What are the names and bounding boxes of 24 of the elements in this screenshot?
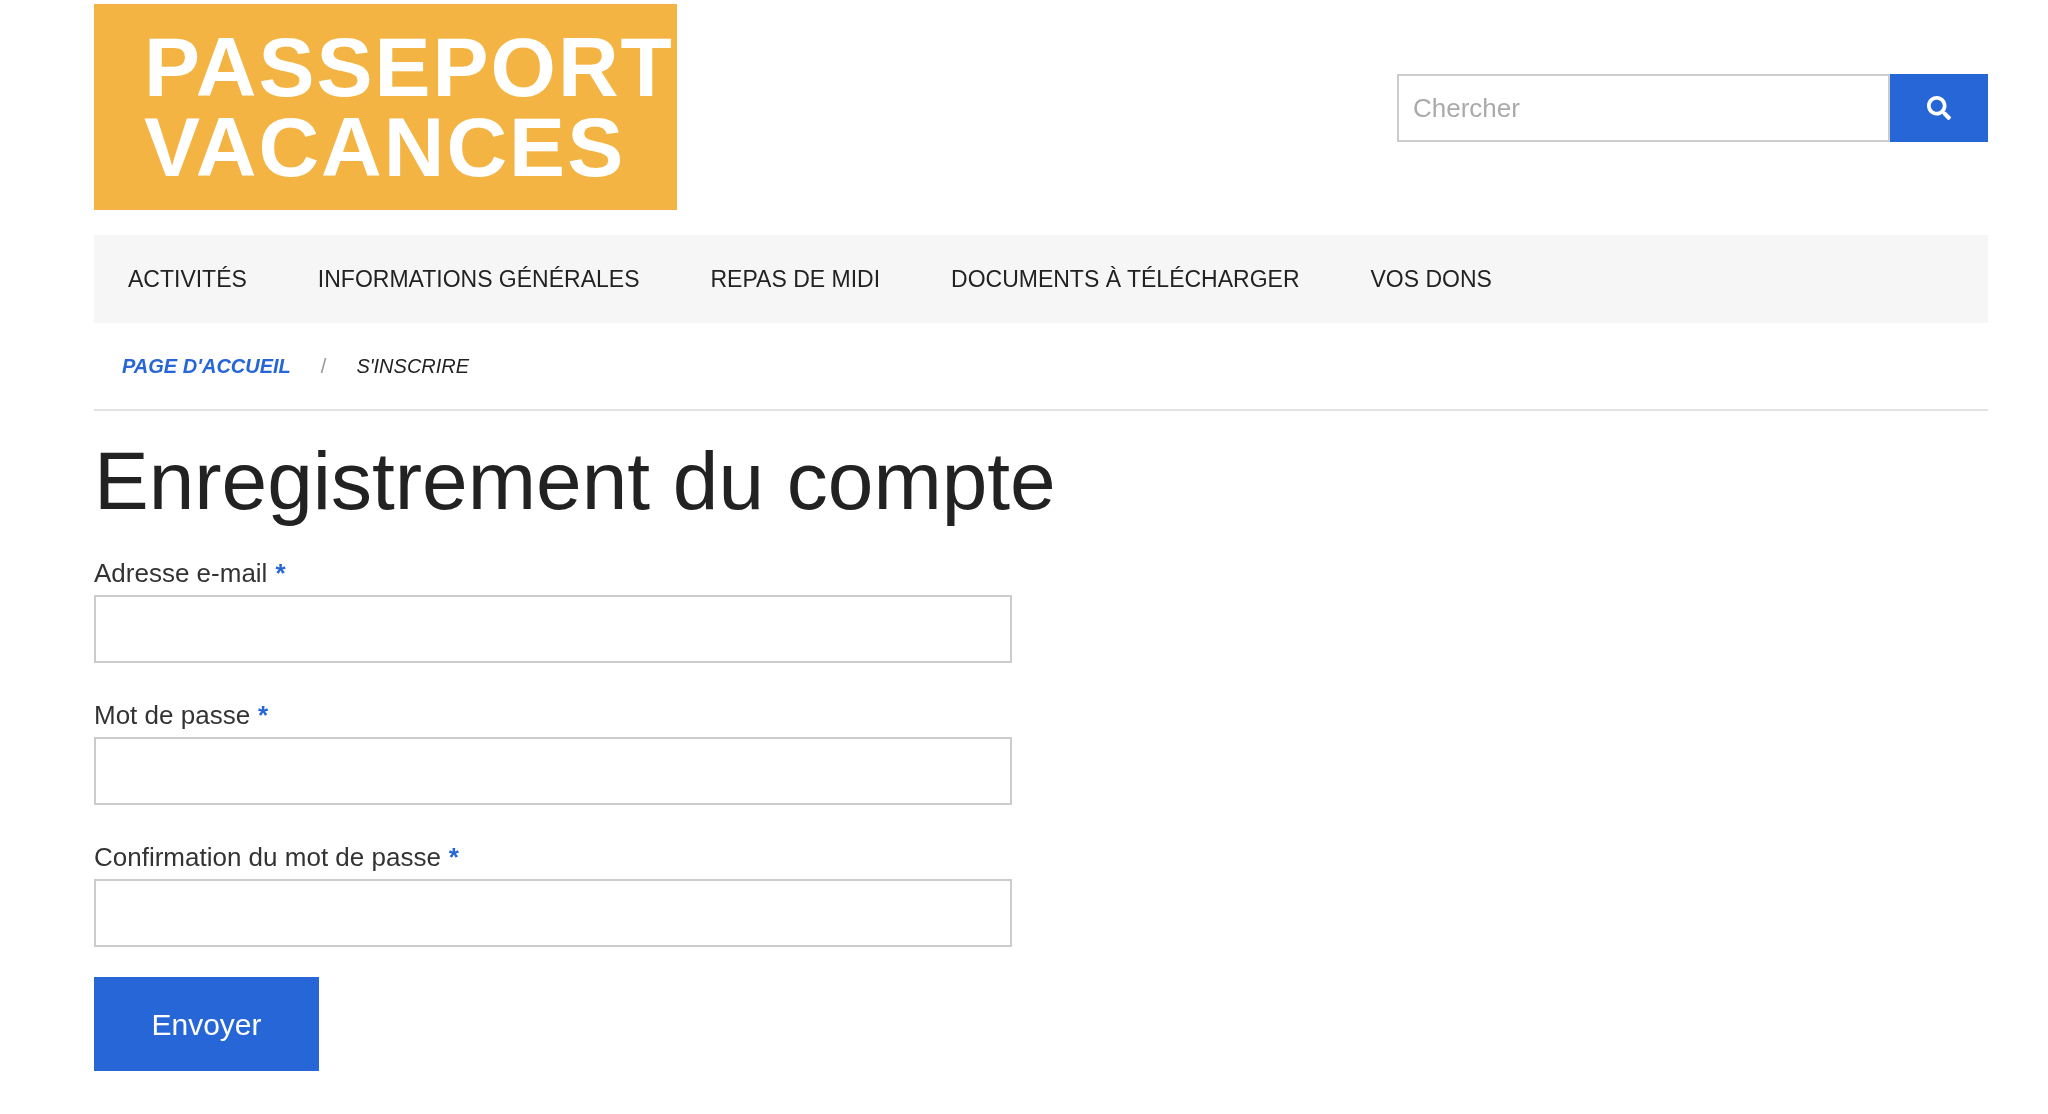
input-field[interactable] (94, 879, 1012, 947)
field-label: Mot de passe (94, 699, 251, 731)
nav-link[interactable]: ACTIVITÉS (128, 261, 247, 297)
page-title: Enregistrement du compte (94, 434, 1057, 528)
required-mark: * (275, 557, 286, 589)
breadcrumb-link[interactable]: PAGE D'ACCUEIL (122, 351, 291, 381)
nav-link[interactable]: REPAS DE MIDI (710, 261, 881, 297)
required-mark: * (448, 841, 459, 873)
submit-button[interactable]: Envoyer (94, 977, 319, 1071)
breadcrumb-separator: / (320, 354, 327, 379)
nav-link[interactable]: INFORMATIONS GÉNÉRALES (317, 261, 640, 297)
logo-text: PASSEPORT (144, 27, 675, 107)
field-label: Confirmation du mot de passe (94, 841, 441, 873)
required-mark: * (258, 699, 269, 731)
input-field[interactable] (94, 595, 1012, 663)
input-field[interactable] (94, 737, 1012, 805)
field-label: Adresse e-mail (94, 557, 268, 589)
search-icon (1927, 96, 1951, 120)
nav-link[interactable]: VOS DONS (1370, 261, 1492, 297)
nav-link[interactable]: DOCUMENTS À TÉLÉCHARGER (951, 261, 1300, 297)
search-field[interactable]: Chercher (1397, 74, 1890, 142)
breadcrumb-current: S'INSCRIRE (356, 354, 470, 379)
search-button[interactable] (1890, 74, 1988, 142)
logo-text: VACANCES (144, 107, 627, 187)
